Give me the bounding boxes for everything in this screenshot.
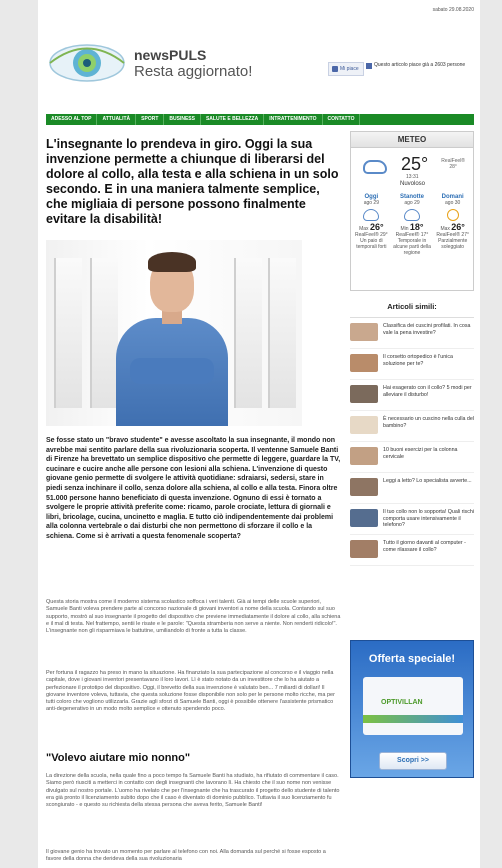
forecast-day[interactable]: Domani ago 30 Max 26° RealFeel® 27° Parz… [432, 194, 473, 256]
current-realfeel: RealFeel® 28° [441, 158, 465, 170]
article-thumbnail[interactable] [350, 416, 378, 434]
forecast-day[interactable]: Stanotte ago 29 Min 18° RealFeel® 17° Te… [392, 194, 433, 256]
temp-value: 26° [451, 222, 465, 232]
similar-article-item[interactable]: È necessario un cuscino nella culla del … [350, 411, 474, 442]
similar-article-item[interactable]: Classifica dei cuscini profilati. In cos… [350, 318, 474, 349]
ad-cta-button[interactable]: Scopri >> [379, 752, 447, 770]
similar-articles-title: Articoli simili: [387, 302, 437, 311]
article-thumbnail[interactable] [350, 540, 378, 558]
similar-article-item[interactable]: Il corsetto ortopedico è l'unica soluzio… [350, 349, 474, 380]
article-paragraph: Questa storia mostra come il moderno sis… [46, 599, 341, 635]
article-subheading: "Volevo aiutare mio nonno" [46, 752, 191, 764]
ad-title: Offerta speciale! [368, 653, 456, 665]
weather-widget[interactable]: METEO 25° 13:31 Nuvoloso RealFeel® 28° O… [350, 131, 474, 291]
nav-item-attualita[interactable]: ATTUALITÀ [97, 114, 137, 125]
window-shape [234, 258, 262, 408]
day-date: ago 30 [445, 200, 461, 206]
brand-name: newsPULS [134, 47, 207, 63]
forecast-day[interactable]: Oggi ago 29 Max 26° RealFeel® 29° Un pai… [351, 194, 392, 256]
current-time: 13:31 [406, 174, 419, 180]
day-description: Un paio di temporali forti [356, 238, 387, 250]
similar-article-title[interactable]: Hai esagerato con il collo? 5 modi per a… [383, 385, 474, 398]
realfeel-value: 28° [449, 164, 457, 170]
storm-icon [363, 209, 380, 221]
like-count-text: Questo articolo piace già a 2603 persone [374, 62, 466, 68]
sun-icon [446, 209, 459, 221]
similar-article-item[interactable]: Hai esagerato con il collo? 5 modi per a… [350, 380, 474, 411]
similar-article-title[interactable]: 10 buoni esercizi per la colonna cervica… [383, 447, 474, 460]
similar-article-item[interactable]: 10 buoni esercizi per la colonna cervica… [350, 442, 474, 473]
storm-icon [404, 209, 420, 221]
article-paragraph: La direzione della scuola, nella quale f… [46, 773, 340, 809]
nav-item-salute-e-bellezza[interactable]: SALUTE E BELLEZZA [201, 114, 265, 125]
nav-item-contatto[interactable]: CONTATTO [323, 114, 361, 125]
forecast-days: Oggi ago 29 Max 26° RealFeel® 29° Un pai… [351, 194, 473, 256]
similar-article-title[interactable]: Classifica dei cuscini profilati. In cos… [383, 323, 474, 336]
person-hair [148, 252, 196, 272]
article-hero-image [46, 240, 302, 426]
nav-item-sport[interactable]: SPORT [136, 114, 165, 125]
thumbs-up-icon [332, 66, 338, 72]
facebook-icon [366, 63, 372, 69]
nav-item-intrattenimento[interactable]: INTRATTENIMENTO [264, 114, 323, 125]
article-thumbnail[interactable] [350, 385, 378, 403]
day-description: Parzialmente soleggiato [438, 238, 468, 250]
person-crossed-arms [130, 358, 214, 384]
ad-banner[interactable]: Offerta speciale! OPTIVILLAN Scopri >> [350, 640, 474, 778]
window-shape [90, 258, 118, 408]
similar-article-title[interactable]: Tutto il giorno davanti al computer - co… [383, 540, 474, 553]
day-date: ago 29 [363, 200, 379, 206]
article-thumbnail[interactable] [350, 323, 378, 341]
day-date: ago 29 [404, 200, 420, 206]
article-thumbnail[interactable] [350, 447, 378, 465]
product-name: OPTIVILLAN [381, 699, 423, 706]
window-shape [268, 258, 296, 408]
article-intro: Se fosse stato un "bravo studente" e ave… [46, 437, 341, 540]
similar-article-title[interactable]: Il corsetto ortopedico è l'unica soluzio… [383, 354, 474, 367]
article-thumbnail[interactable] [350, 478, 378, 496]
article-thumbnail[interactable] [350, 354, 378, 372]
current-temperature: 25° [401, 154, 429, 174]
similar-article-title[interactable]: Il tuo collo non lo sopporta! Quali risc… [383, 509, 474, 529]
temp-value: 18° [409, 222, 424, 232]
product-stripe [363, 715, 463, 723]
date-label: sabato 29.08.2020 [432, 7, 474, 13]
main-nav: ADESSO AL TOP ATTUALITÀ SPORT BUSINESS S… [46, 114, 474, 125]
cloud-icon [363, 160, 387, 174]
day-description: Temporale in alcune parti della regione [393, 238, 431, 256]
current-description: Nuvoloso [400, 181, 426, 187]
day-temp: Min 18° [392, 222, 433, 233]
like-label: Mi piace [340, 66, 359, 72]
window-shape [54, 258, 82, 408]
day-temp: Max 26° [432, 222, 473, 233]
nav-item-adesso-al-top[interactable]: ADESSO AL TOP [46, 114, 98, 125]
facebook-like-count: Questo articolo piace già a 2603 persone [366, 62, 476, 69]
similar-article-title[interactable]: Leggi a letto? Lo specialista avverte... [383, 478, 472, 485]
article-main: L'insegnante lo prendeva in giro. Oggi l… [46, 137, 342, 227]
day-temp: Max 26° [351, 222, 392, 233]
similar-article-title[interactable]: È necessario un cuscino nella culla del … [383, 416, 474, 429]
product-box-image: OPTIVILLAN [363, 677, 463, 735]
brand-tagline: Resta aggiornato! [134, 63, 253, 80]
similar-article-item[interactable]: Il tuo collo non lo sopporta! Quali risc… [350, 504, 474, 535]
similar-articles-list: Classifica dei cuscini profilati. In cos… [350, 317, 474, 566]
temp-value: 26° [369, 222, 384, 232]
article-thumbnail[interactable] [350, 509, 378, 527]
nav-item-business[interactable]: BUSINESS [164, 114, 201, 125]
weather-title: METEO [351, 132, 473, 148]
sidebar: METEO 25° 13:31 Nuvoloso RealFeel® 28° O… [350, 131, 474, 566]
article-paragraph: Il giovane genio ha trovato un momento p… [46, 849, 326, 863]
eye-logo-icon [49, 44, 125, 82]
article-headline: L'insegnante lo prendeva in giro. Oggi l… [46, 137, 339, 226]
facebook-like-button[interactable]: Mi piace [328, 62, 364, 76]
page: sabato 29.08.2020 newsPULS Resta aggiorn… [38, 0, 480, 868]
similar-article-item[interactable]: Tutto il giorno davanti al computer - co… [350, 535, 474, 566]
weather-current: 25° 13:31 Nuvoloso RealFeel® 28° [351, 148, 473, 190]
similar-article-item[interactable]: Leggi a letto? Lo specialista avverte... [350, 473, 474, 504]
article-paragraph: Per fortuna il ragazzo ha preso in mano … [46, 670, 335, 713]
